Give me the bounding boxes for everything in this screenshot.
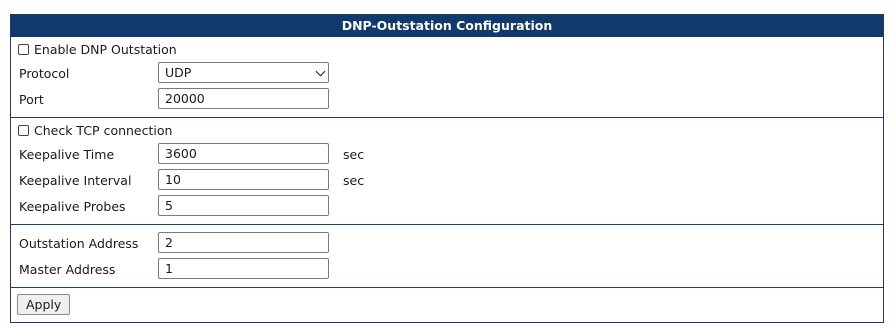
dnp-outstation-panel: DNP-Outstation Configuration Enable DNP … xyxy=(10,14,884,323)
keepalive-interval-label: Keepalive Interval xyxy=(19,173,132,188)
address-section: Outstation Address 2 Master Address 1 xyxy=(11,225,883,288)
keepalive-time-unit: sec xyxy=(343,147,365,162)
protocol-select[interactable]: UDP xyxy=(158,62,329,83)
panel-title: DNP-Outstation Configuration xyxy=(11,15,883,37)
chevron-down-icon xyxy=(315,66,326,77)
keepalive-interval-input[interactable]: 10 xyxy=(158,169,329,190)
check-tcp-checkbox-row[interactable]: Check TCP connection xyxy=(18,123,172,138)
keepalive-interval-unit: sec xyxy=(343,173,365,188)
check-tcp-label: Check TCP connection xyxy=(34,123,173,138)
keepalive-time-input[interactable]: 3600 xyxy=(158,143,329,164)
enable-dnp-checkbox[interactable] xyxy=(18,44,29,55)
apply-button[interactable]: Apply xyxy=(17,294,71,315)
enable-dnp-label: Enable DNP Outstation xyxy=(34,42,177,57)
master-address-label: Master Address xyxy=(19,262,116,277)
port-label: Port xyxy=(19,92,44,107)
outstation-address-label: Outstation Address xyxy=(19,236,139,251)
keepalive-time-label: Keepalive Time xyxy=(19,147,115,162)
port-input[interactable]: 20000 xyxy=(158,88,329,109)
check-tcp-checkbox[interactable] xyxy=(18,125,29,136)
keepalive-probes-label: Keepalive Probes xyxy=(19,199,126,214)
keepalive-probes-input[interactable]: 5 xyxy=(158,195,329,216)
general-section: Enable DNP Outstation Protocol UDP Port … xyxy=(11,37,883,118)
master-address-input[interactable]: 1 xyxy=(158,258,329,279)
protocol-label: Protocol xyxy=(19,66,70,81)
actions-section: Apply xyxy=(11,288,883,319)
tcp-section: Check TCP connection Keepalive Time 3600… xyxy=(11,118,883,225)
protocol-value: UDP xyxy=(165,65,192,80)
enable-dnp-checkbox-row[interactable]: Enable DNP Outstation xyxy=(18,42,177,57)
outstation-address-input[interactable]: 2 xyxy=(158,232,329,253)
